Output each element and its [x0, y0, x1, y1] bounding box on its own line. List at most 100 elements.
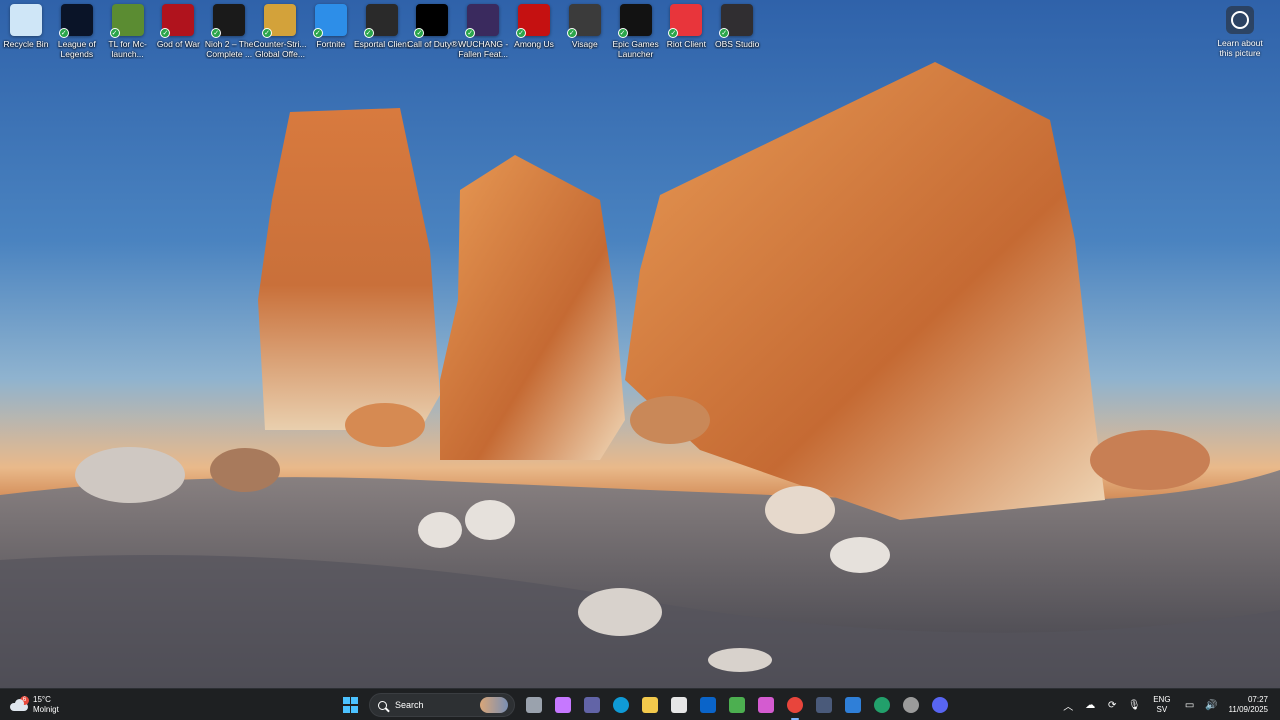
epic-games-icon: ✓	[617, 4, 652, 38]
chrome-icon	[786, 697, 803, 713]
sync-check-icon: ✓	[617, 28, 628, 38]
riot-fist-icon: ✓	[668, 4, 703, 38]
sync-check-icon: ✓	[414, 28, 425, 38]
discord-icon	[931, 697, 948, 713]
desktop-icon-obs-studio[interactable]: ✓ OBS Studio	[711, 4, 763, 64]
taskbar-app-chrome[interactable]	[783, 693, 807, 720]
sync-check-icon: ✓	[363, 28, 374, 38]
sync-check-icon: ✓	[262, 28, 272, 38]
sync-icon[interactable]: ⟳	[1104, 697, 1120, 713]
language-indicator[interactable]: ENG SV	[1153, 695, 1170, 715]
taskbar-apps	[519, 693, 954, 720]
desktop-icon-recycle-bin[interactable]: Recycle Bin	[0, 4, 52, 64]
desktop-icon-counter-strike[interactable]: ✓ Counter-Stri... Global Offe...	[254, 4, 306, 64]
taskbar-app-m365[interactable]	[754, 693, 778, 717]
csgo-icon: ✓	[262, 4, 296, 38]
weather-badge: 6	[20, 696, 29, 705]
weather-desc: Molnigt	[33, 705, 59, 714]
recycle-bin-icon	[10, 4, 42, 36]
sync-check-icon: ✓	[516, 28, 526, 38]
fortnite-icon: ✓	[312, 4, 347, 38]
esportal-icon: ✓	[363, 4, 398, 38]
taskbar-app-photos[interactable]	[841, 693, 865, 717]
windows-logo-icon	[342, 697, 359, 713]
desktop-icon-riot-client[interactable]: ✓ Riot Client	[660, 4, 712, 64]
desktop-icon-wuchang[interactable]: ✓ WUCHANG - Fallen Feat...	[457, 4, 509, 64]
desktop-icon-tl-launcher[interactable]: ✓ TL for Mc-launch...	[102, 4, 154, 64]
system-tray: ︿ ☁ ⟳ 🎙 ENG SV ▭ 🔊 07:27 11/09/2025	[1057, 689, 1280, 720]
task-view-icon	[525, 697, 542, 713]
desktop-icon-league-of-legends[interactable]: ✓ League of Legends	[51, 4, 103, 64]
network-icon[interactable]: ▭	[1182, 697, 1198, 713]
league-of-legends-icon: ✓	[58, 4, 93, 38]
desktop-icon-fortnite[interactable]: ✓ Fortnite	[305, 4, 357, 64]
taskbar-app-file-explorer[interactable]	[638, 693, 662, 717]
update-app-icon	[873, 697, 890, 713]
among-us-icon: ✓	[516, 4, 550, 38]
desktop-icon-esportal[interactable]: ✓ Esportal Client	[354, 4, 409, 64]
sync-check-icon: ✓	[719, 28, 730, 38]
outlook-icon	[699, 697, 716, 713]
microphone-icon[interactable]: 🎙	[1126, 697, 1142, 713]
obs-icon: ✓	[719, 4, 754, 38]
file-explorer-icon	[641, 697, 658, 713]
start-button[interactable]	[339, 693, 363, 717]
sync-check-icon: ✓	[566, 28, 577, 38]
desktop-icon-visage[interactable]: ✓ Visage	[559, 4, 611, 64]
clock-time: 07:27	[1247, 695, 1268, 704]
lang-line1: ENG	[1153, 695, 1171, 704]
sync-check-icon: ✓	[160, 28, 171, 38]
taskbar-app-microsoft-store[interactable]	[667, 693, 691, 717]
learn-about-picture[interactable]: Learn about this picture	[1210, 6, 1270, 58]
desktop-icon-call-of-duty[interactable]: ✓ Call of Duty®	[406, 4, 458, 64]
call-of-duty-icon: ✓	[414, 4, 449, 38]
taskbar-app-shield-app[interactable]	[725, 693, 749, 717]
copilot-icon	[554, 697, 571, 713]
taskbar-app-update-app[interactable]	[870, 693, 894, 717]
taskbar-app-obs[interactable]	[899, 693, 923, 717]
sync-check-icon: ✓	[312, 28, 323, 38]
taskbar-app-dev-app[interactable]	[812, 693, 836, 717]
clock[interactable]: 07:27 11/09/2025	[1229, 695, 1268, 715]
volume-icon[interactable]: 🔊	[1204, 697, 1220, 713]
photos-icon	[844, 697, 861, 713]
learn-about-picture-label: Learn about this picture	[1217, 38, 1263, 58]
taskbar-app-task-view[interactable]	[522, 693, 546, 717]
sync-check-icon: ✓	[668, 28, 679, 38]
taskbar-search[interactable]	[369, 693, 515, 717]
sync-check-icon: ✓	[58, 28, 69, 38]
desktop-icon-label: OBS Studio	[714, 39, 760, 49]
wuchang-icon: ✓	[465, 4, 500, 38]
edge-icon	[612, 697, 629, 713]
nioh-icon: ✓	[211, 4, 246, 38]
clock-date: 11/09/2025	[1228, 705, 1268, 714]
taskbar-app-teams[interactable]	[580, 693, 604, 717]
desktop-icon-nioh-2[interactable]: ✓ Nioh 2 – The Complete ...	[203, 4, 255, 64]
lang-line2: SV	[1156, 705, 1168, 714]
camera-circle-icon	[1226, 6, 1254, 34]
sync-check-icon: ✓	[211, 28, 222, 38]
weather-temp: 15°C	[33, 695, 51, 704]
sync-check-icon: ✓	[465, 28, 476, 38]
weather-widget[interactable]: 6 15°C Molnigt	[10, 693, 80, 717]
shield-app-icon	[728, 697, 745, 713]
visage-icon: ✓	[566, 4, 601, 38]
desktop-icon-epic-games[interactable]: ✓ Epic Games Launcher	[610, 4, 662, 64]
desktop-wallpaper	[0, 0, 1280, 688]
taskbar-app-edge[interactable]	[609, 693, 633, 717]
cloud-icon: 6	[10, 696, 29, 711]
search-input[interactable]	[395, 700, 475, 710]
chevron-up-icon[interactable]: ︿	[1060, 697, 1076, 713]
taskbar-app-copilot[interactable]	[551, 693, 575, 717]
desktop-icon-among-us[interactable]: ✓ Among Us	[508, 4, 560, 64]
m365-icon	[757, 697, 774, 713]
sync-check-icon: ✓	[109, 28, 120, 38]
onedrive-cloud-icon[interactable]: ☁	[1082, 697, 1098, 713]
teams-icon	[583, 697, 600, 713]
desktop-icon-god-of-war[interactable]: ✓ God of War	[152, 4, 204, 64]
search-icon	[378, 700, 387, 710]
obs-icon	[902, 697, 919, 713]
taskbar-app-outlook[interactable]	[696, 693, 720, 717]
taskbar-app-discord[interactable]	[928, 693, 952, 717]
god-of-war-omega-icon: ✓	[160, 4, 195, 38]
